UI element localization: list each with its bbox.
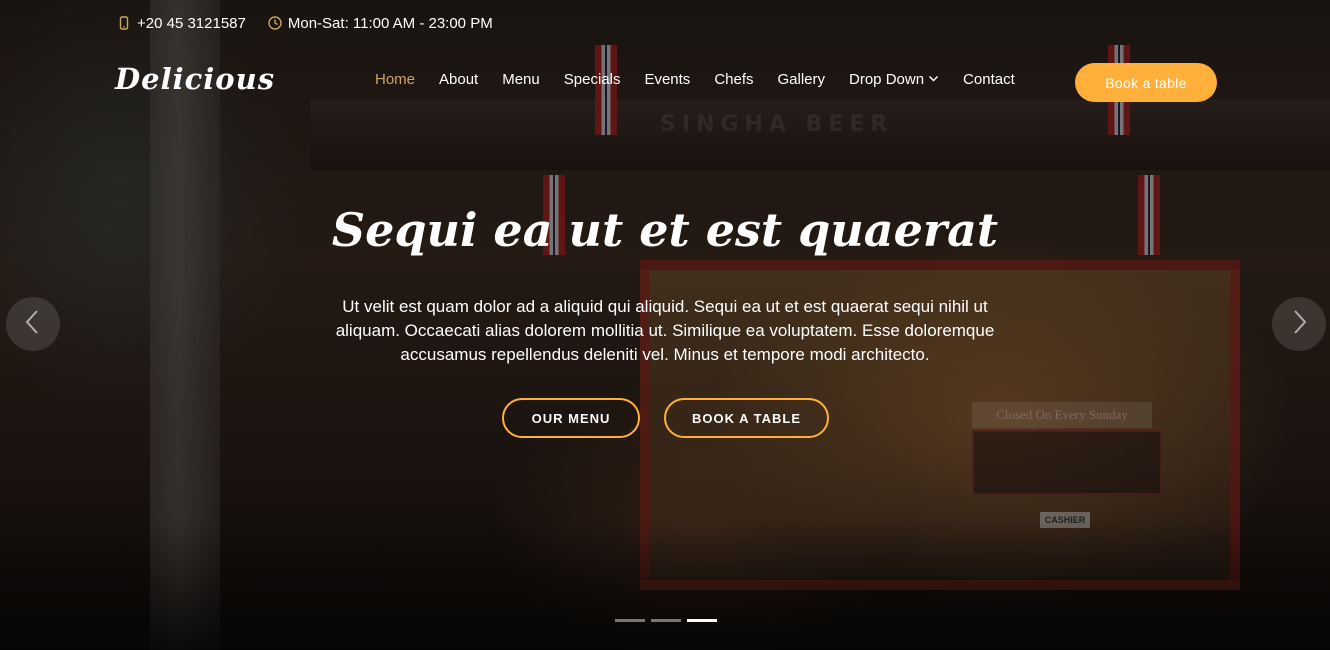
phone-contact: +20 45 3121587 [117,15,246,32]
phone-number: +20 45 3121587 [137,14,246,32]
nav-contact[interactable]: Contact [963,71,1015,88]
hero-title: Sequi ea ut et est quaerat [331,203,999,257]
carousel-next-button[interactable] [1272,297,1326,351]
hours-text: Mon-Sat: 11:00 AM - 23:00 PM [287,14,493,32]
phone-icon [117,16,131,30]
nav-menu[interactable]: Menu [502,71,540,88]
nav-home[interactable]: Home [375,71,415,88]
book-table-button[interactable]: Book a table [1075,63,1217,102]
carousel-indicators [615,619,717,622]
opening-hours: Mon-Sat: 11:00 AM - 23:00 PM [268,15,493,32]
hero-description: Ut velit est quam dolor ad a aliquid qui… [335,297,995,364]
chevron-down-icon [928,71,939,88]
main-nav: Home About Menu Specials Events Chefs Ga… [375,71,1039,88]
hero-slider: SINGHA BEER Closed On Every Sunday CASHI… [0,0,1330,650]
nav-chefs[interactable]: Chefs [714,71,753,88]
carousel-prev-button[interactable] [6,297,60,351]
nav-about[interactable]: About [439,71,478,88]
top-bar: +20 45 3121587 Mon-Sat: 11:00 AM - 23:00… [117,12,493,34]
clock-icon [268,16,282,30]
our-menu-button[interactable]: OUR MENU [502,398,640,438]
nav-dropdown-label: Drop Down [849,71,925,88]
chevron-left-icon [24,309,42,339]
nav-gallery[interactable]: Gallery [778,71,826,88]
carousel-indicator-3[interactable] [687,619,717,622]
hero-book-table-button[interactable]: BOOK A TABLE [664,398,829,438]
nav-dropdown[interactable]: Drop Down [849,71,939,88]
chevron-right-icon [1290,309,1308,339]
nav-events[interactable]: Events [644,71,690,88]
carousel-indicator-1[interactable] [615,619,645,622]
nav-specials[interactable]: Specials [564,71,621,88]
carousel-indicator-2[interactable] [651,619,681,622]
site-logo[interactable]: Delicious [115,62,275,96]
